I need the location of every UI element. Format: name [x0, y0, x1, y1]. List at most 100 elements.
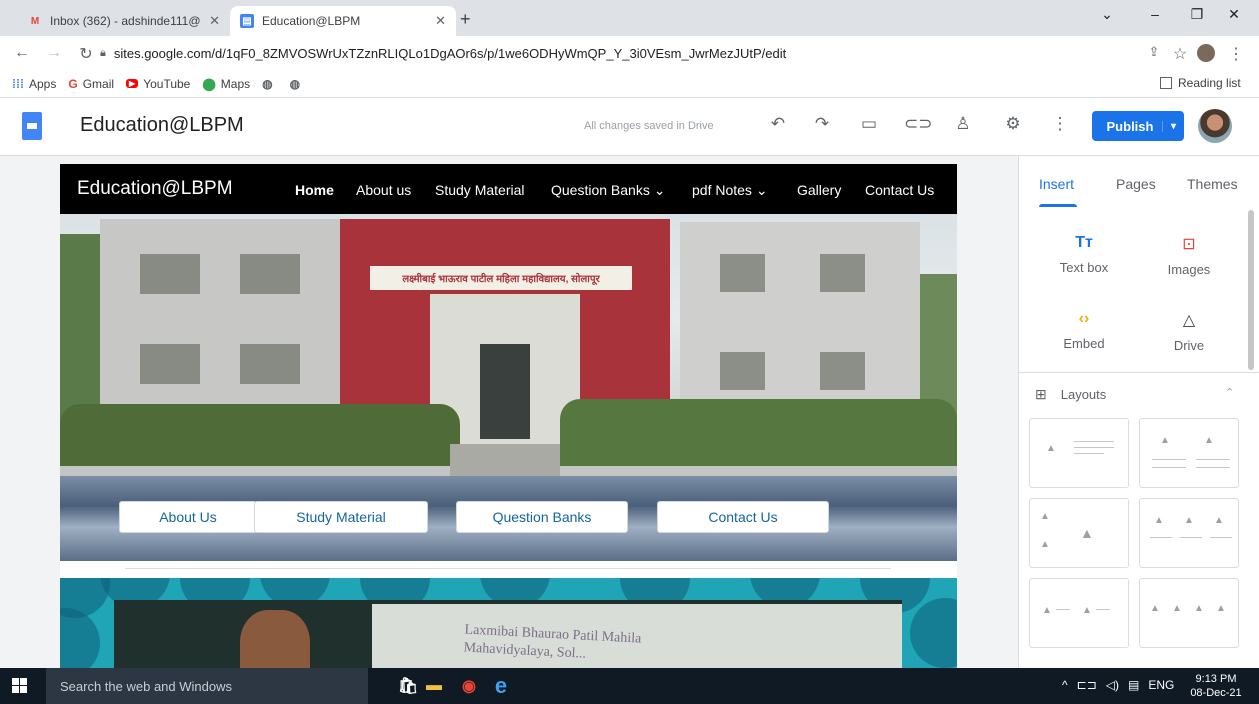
close-icon[interactable]: ✕	[435, 13, 446, 29]
nav-study-material[interactable]: Study Material	[435, 182, 524, 198]
layout-option-4[interactable]: ▲ ▲ ▲	[1139, 498, 1239, 568]
layout-option-6[interactable]: ▲ ▲ ▲ ▲	[1139, 578, 1239, 648]
embed-icon: ‹›	[1078, 310, 1090, 327]
preview-icon[interactable]: ▭	[857, 114, 881, 134]
apps-grid-icon: ⁞⁞⁞	[12, 76, 24, 91]
system-tray: ^ ⊏⊐ ◁) ▤ ENG	[1062, 678, 1174, 692]
building-sign: लक्ष्मीबाई भाऊराव पाटील महिला महाविद्याल…	[370, 266, 632, 290]
nav-question-banks[interactable]: Question Banks ⌄	[551, 182, 665, 199]
bookmark-globe-1[interactable]: ◍	[262, 77, 277, 91]
layouts-header[interactable]: ⊞ Layouts	[1035, 386, 1106, 403]
layout-option-1[interactable]: ▲	[1029, 418, 1129, 488]
publish-button[interactable]: Publish ▾	[1092, 111, 1184, 141]
more-menu-icon[interactable]: ⋮	[1226, 44, 1246, 64]
bookmark-globe-2[interactable]: ◍	[290, 77, 305, 91]
sites-editor-header: Education@LBPM All changes saved in Driv…	[0, 98, 1259, 156]
taskbar-search-field[interactable]: Search the web and Windows	[46, 668, 368, 704]
network-icon[interactable]: ⊏⊐	[1077, 678, 1097, 692]
about-us-button[interactable]: About Us	[119, 501, 257, 533]
tab-themes[interactable]: Themes	[1187, 176, 1238, 192]
bookmark-apps[interactable]: ⁞⁞⁞ Apps	[12, 77, 56, 91]
insert-embed[interactable]: ‹› Embed	[1034, 310, 1134, 351]
publish-dropdown-icon[interactable]: ▾	[1162, 120, 1184, 132]
edge-icon[interactable]: e	[490, 673, 512, 698]
store-bag-icon[interactable]: 🛍︎	[397, 675, 419, 697]
editor-canvas: Education@LBPM Home About us Study Mater…	[0, 156, 1018, 668]
tab-title: Education@LBPM	[262, 14, 361, 28]
account-avatar[interactable]	[1198, 109, 1232, 143]
layout-option-3[interactable]: ▲ ▲ ▲	[1029, 498, 1129, 568]
tab-insert[interactable]: Insert	[1039, 176, 1074, 192]
close-window-icon[interactable]: ✕	[1222, 6, 1246, 23]
nav-pdf-notes[interactable]: pdf Notes ⌄	[692, 182, 768, 199]
new-tab-button[interactable]: +	[460, 9, 471, 30]
lock-icon: 🔒︎	[100, 46, 106, 59]
contact-us-button[interactable]: Contact Us	[657, 501, 829, 533]
layout-option-5[interactable]: ▲ ▲	[1029, 578, 1129, 648]
reading-list-button[interactable]: Reading list	[1160, 76, 1241, 90]
close-icon[interactable]: ✕	[209, 13, 220, 29]
image-placeholder-icon: ▲	[1080, 525, 1094, 541]
classroom-photo: Laxmibai Bhaurao Patil Mahila Mahavidyal…	[114, 600, 902, 668]
url-field[interactable]: 🔒︎ sites.google.com/d/1qF0_8ZMVOSWrUxTZz…	[100, 40, 1100, 66]
share-with-others-icon[interactable]: ♙	[951, 114, 975, 134]
image-placeholder-icon: ▲	[1160, 435, 1170, 446]
gmail-icon: M	[30, 15, 40, 27]
insert-images[interactable]: ⊡ Images	[1139, 234, 1239, 277]
image-placeholder-icon: ▲	[1040, 539, 1050, 550]
panel-separator	[1019, 372, 1259, 373]
google-sites-logo-icon[interactable]	[22, 112, 42, 140]
text-box-icon: Tт	[1075, 234, 1093, 251]
study-material-button[interactable]: Study Material	[254, 501, 428, 533]
image-placeholder-icon: ▲	[1204, 435, 1214, 446]
tab-education[interactable]: ▤ Education@LBPM ✕	[230, 6, 456, 36]
insert-drive[interactable]: △ Drive	[1139, 310, 1239, 353]
question-banks-button[interactable]: Question Banks	[456, 501, 628, 533]
site-navigation: Education@LBPM Home About us Study Mater…	[60, 164, 957, 214]
bookmark-youtube[interactable]: ▶ YouTube	[126, 77, 190, 91]
minimize-icon[interactable]: –	[1143, 6, 1167, 22]
panel-scrollbar[interactable]	[1248, 210, 1254, 370]
chrome-icon[interactable]: ◉	[458, 675, 480, 697]
restore-icon[interactable]: ❐	[1185, 6, 1209, 23]
active-tab-indicator	[1039, 204, 1077, 207]
profile-avatar[interactable]	[1197, 44, 1215, 62]
reload-icon[interactable]: ↻	[76, 44, 96, 64]
save-status: All changes saved in Drive	[584, 120, 714, 132]
volume-icon[interactable]: ◁)	[1106, 678, 1119, 692]
tab-gmail[interactable]: M Inbox (362) - adshinde111@gma ✕	[18, 6, 230, 36]
file-explorer-icon[interactable]: ▬	[423, 675, 445, 697]
site-name[interactable]: Education@LBPM	[80, 114, 244, 137]
tab-search-chevron-icon[interactable]: ⌄	[1095, 6, 1119, 23]
nav-about-us[interactable]: About us	[356, 182, 411, 198]
bookmarks-bar: ⁞⁞⁞ Apps G Gmail ▶ YouTube ⬤ Maps ◍ ◍ Readin…	[0, 70, 1259, 98]
settings-gear-icon[interactable]: ⚙	[1001, 114, 1025, 134]
undo-icon[interactable]: ↶	[766, 114, 790, 134]
collapse-chevron-icon[interactable]: ⌃	[1225, 386, 1234, 399]
tab-pages[interactable]: Pages	[1116, 176, 1156, 192]
share-icon[interactable]: ⇪	[1144, 44, 1164, 60]
show-hidden-icons-chevron-icon[interactable]: ^	[1062, 678, 1068, 692]
layouts-icon: ⊞	[1035, 386, 1047, 402]
copy-link-icon[interactable]: ⊂⊃	[904, 114, 933, 134]
windows-start-icon[interactable]	[12, 678, 28, 694]
nav-contact-us[interactable]: Contact Us	[865, 182, 934, 198]
insert-panel: Insert Pages Themes Tт Text box ⊡ Images…	[1018, 156, 1259, 668]
insert-text-box[interactable]: Tт Text box	[1034, 234, 1134, 275]
language-indicator[interactable]: ENG	[1148, 678, 1174, 692]
site-page: Education@LBPM Home About us Study Mater…	[60, 164, 957, 668]
back-icon[interactable]: ←	[12, 44, 32, 62]
bookmark-maps[interactable]: ⬤ Maps	[202, 77, 250, 91]
hero-image-college-building: लक्ष्मीबाई भाऊराव पाटील महिला महाविद्याल…	[60, 214, 957, 561]
notification-icon[interactable]: ▤	[1128, 678, 1139, 692]
layout-option-2[interactable]: ▲ ▲	[1139, 418, 1239, 488]
bookmark-star-icon[interactable]: ☆	[1170, 44, 1190, 64]
more-options-icon[interactable]: ⋮	[1048, 114, 1072, 134]
bookmark-gmail[interactable]: G Gmail	[68, 77, 114, 91]
forward-icon[interactable]: →	[44, 44, 64, 62]
site-brand[interactable]: Education@LBPM	[77, 178, 233, 200]
nav-gallery[interactable]: Gallery	[797, 182, 841, 198]
nav-home[interactable]: Home	[295, 182, 334, 198]
clock[interactable]: 9:13 PM 08-Dec-21	[1188, 672, 1244, 700]
redo-icon[interactable]: ↷	[810, 114, 834, 134]
